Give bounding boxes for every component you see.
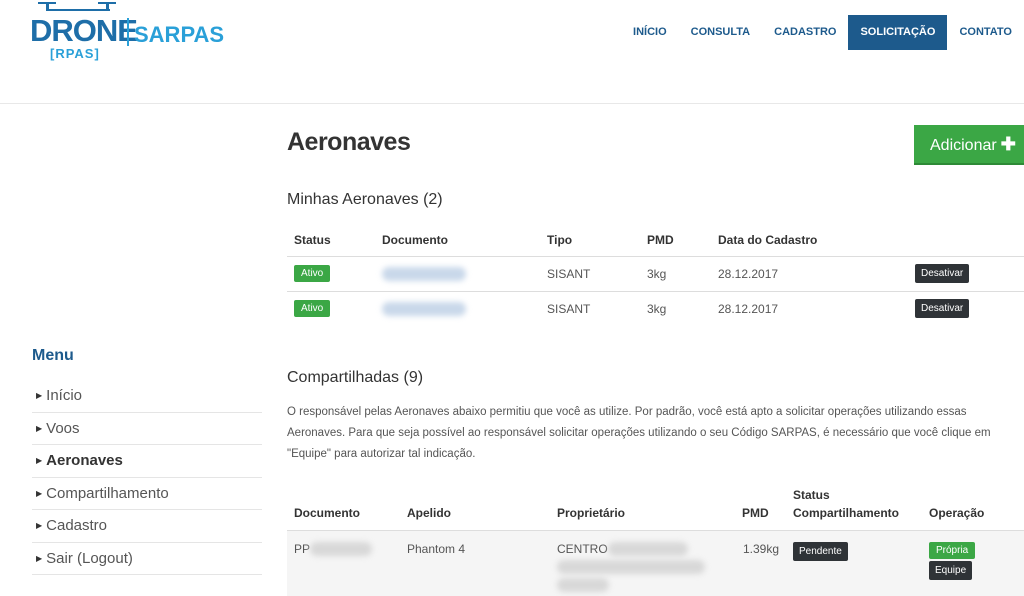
- caret-right-icon: ▶: [36, 521, 43, 530]
- table-row: PP Phantom 4 CENTRO 1.39kg Pendente Próp…: [287, 529, 1024, 596]
- col-documento: Documento: [294, 505, 360, 520]
- sidebar-item-label: Início: [46, 387, 83, 404]
- col-status-compartilhamento: Status Compartilhamento: [793, 487, 900, 520]
- logo-divider: [127, 18, 129, 46]
- sidebar-menu: ▶ Início ▶ Voos ▶ Aeronaves ▶ Compartilhamen…: [32, 380, 262, 575]
- cell-data: 28.12.2017: [711, 290, 908, 326]
- caret-right-icon: ▶: [36, 391, 43, 400]
- sidebar-item-label: Sair (Logout): [46, 549, 133, 567]
- table-row: Ativo SISANT 3kg 28.12.2017 Desativar: [287, 255, 1024, 291]
- redacted-document: [382, 266, 466, 281]
- cell-pmd: 3kg: [640, 290, 711, 326]
- propria-button[interactable]: Própria: [929, 541, 976, 559]
- deactivate-button[interactable]: Desativar: [915, 264, 970, 283]
- logo-rpas: [RPAS]: [50, 46, 100, 61]
- shared-notice: O responsável pelas Aeronaves abaixo per…: [287, 406, 991, 460]
- caret-right-icon: ▶: [36, 423, 43, 433]
- redacted-document: [382, 302, 466, 317]
- nav-contato[interactable]: CONTATO: [947, 15, 1024, 50]
- nav-consulta[interactable]: CONSULTA: [679, 15, 762, 50]
- cell-proprietario: CENTRO: [557, 541, 608, 556]
- add-aircraft-button[interactable]: Adicionar ✚: [914, 125, 1024, 165]
- col-pmd: PMD: [742, 505, 769, 520]
- equipe-button[interactable]: Equipe: [929, 560, 973, 580]
- sidebar-item-label: Voos: [46, 419, 80, 437]
- sidebar-item-compartilhamento[interactable]: ▶ Compartilhamento: [32, 478, 262, 510]
- nav-solicitacao[interactable]: SOLICITAÇÃO: [848, 15, 948, 50]
- cell-pmd: 3kg: [640, 255, 711, 291]
- status-badge: Ativo: [294, 300, 331, 318]
- redacted-owner: [557, 560, 705, 575]
- cell-tipo: SISANT: [540, 290, 640, 326]
- logo-drone: DRONE: [30, 13, 138, 48]
- table-header-row: Status Documento Tipo PMD Data do Cadast…: [287, 226, 1024, 256]
- drone-icon: [38, 2, 116, 11]
- status-badge: Pendente: [793, 541, 848, 561]
- add-label: Adicionar: [930, 136, 997, 154]
- top-nav: INÍCIO CONSULTA CADASTRO SOLICITAÇÃO CON…: [621, 15, 1024, 50]
- redacted-document: [310, 542, 373, 557]
- col-documento: Documento: [382, 232, 448, 247]
- col-pmd: PMD: [647, 232, 674, 247]
- col-data: Data do Cadastro: [718, 232, 818, 247]
- sidebar-item-label: Cadastro: [46, 517, 108, 534]
- col-operacao: Operação: [929, 505, 985, 520]
- sidebar-item-label: Compartilhamento: [46, 484, 169, 502]
- caret-right-icon: ▶: [36, 456, 43, 465]
- col-proprietario: Proprietário: [557, 505, 626, 520]
- sidebar-title: Menu: [32, 347, 74, 364]
- my-aircraft-table: Status Documento Tipo PMD Data do Cadast…: [287, 226, 1024, 326]
- deactivate-button[interactable]: Desativar: [915, 299, 970, 319]
- cell-documento: PP: [294, 541, 311, 556]
- caret-right-icon: ▶: [36, 488, 43, 498]
- table-row: Ativo SISANT 3kg 28.12.2017 Desativar: [287, 290, 1024, 326]
- my-aircraft-heading: Minhas Aeronaves (2): [287, 191, 443, 208]
- cell-pmd: 1.39kg: [735, 529, 786, 596]
- table-header-row: Documento Apelido Proprietário PMD Statu…: [287, 484, 1024, 530]
- nav-inicio[interactable]: INÍCIO: [621, 15, 679, 50]
- cell-apelido: Phantom 4: [400, 529, 550, 596]
- status-badge: Ativo: [294, 265, 331, 282]
- sidebar-item-voos[interactable]: ▶ Voos: [32, 413, 262, 445]
- sidebar-item-cadastro[interactable]: ▶ Cadastro: [32, 510, 262, 543]
- redacted-owner: [557, 578, 609, 593]
- caret-right-icon: ▶: [36, 553, 43, 563]
- col-status: Status: [294, 232, 331, 247]
- cell-data: 28.12.2017: [711, 255, 908, 291]
- shared-aircraft-heading: Compartilhadas (9): [287, 369, 424, 386]
- header: DRONE SARPAS [RPAS] INÍCIO CONSULTA CADA…: [0, 0, 1024, 104]
- shared-aircraft-table: Documento Apelido Proprietário PMD Statu…: [287, 484, 1024, 596]
- plus-icon: ✚: [1000, 133, 1016, 154]
- sidebar-item-logout[interactable]: ▶ Sair (Logout): [32, 543, 262, 575]
- nav-cadastro[interactable]: CADASTRO: [762, 15, 848, 50]
- cell-tipo: SISANT: [540, 255, 640, 291]
- col-action: [908, 226, 1024, 256]
- redacted-owner: [607, 542, 688, 557]
- sidebar-item-inicio[interactable]: ▶ Início: [32, 380, 262, 413]
- page-title: Aeronaves: [287, 128, 411, 156]
- logo[interactable]: DRONE SARPAS [RPAS]: [30, 0, 224, 66]
- logo-sarpas: SARPAS: [134, 22, 225, 47]
- col-tipo: Tipo: [547, 232, 573, 247]
- sidebar-item-label: Aeronaves: [46, 452, 123, 469]
- col-apelido: Apelido: [407, 505, 451, 520]
- sidebar-item-aeronaves[interactable]: ▶ Aeronaves: [32, 445, 262, 478]
